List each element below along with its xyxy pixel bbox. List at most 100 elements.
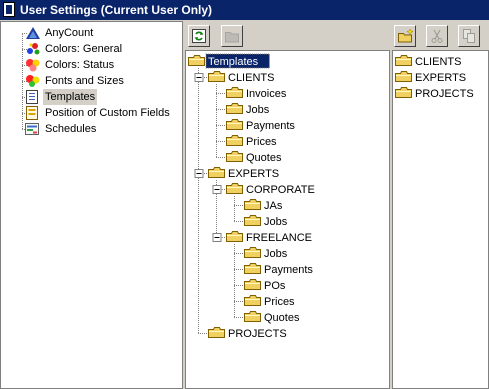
tree-node-clients-payments[interactable]: Payments xyxy=(226,119,296,133)
folder-icon xyxy=(226,135,243,146)
folder-icon xyxy=(244,199,261,210)
folder-list-item-experts[interactable]: EXPERTS xyxy=(395,71,467,85)
nav-item-label: Colors: General xyxy=(45,43,123,55)
tree-node-projects[interactable]: PROJECTS xyxy=(208,327,287,341)
tree-node-freelance-jobs[interactable]: Jobs xyxy=(244,247,288,261)
collapse-toggle[interactable] xyxy=(212,185,222,194)
nav-item-label: Schedules xyxy=(45,123,97,135)
folder-label: JAs xyxy=(264,200,283,212)
folder-label: Jobs xyxy=(246,104,270,116)
collapse-toggle[interactable] xyxy=(194,169,204,178)
folder-label: Jobs xyxy=(264,216,288,228)
folder-icon xyxy=(226,87,243,98)
folder-icon xyxy=(226,103,243,114)
title-bar: User Settings (Current User Only) xyxy=(0,0,489,20)
nav-item-colors-general[interactable]: Colors: General xyxy=(1,41,181,57)
nav-item-position-of-custom-fields[interactable]: Position of Custom Fields xyxy=(1,105,181,121)
collapse-toggle[interactable] xyxy=(212,233,222,242)
folder-icon xyxy=(226,231,243,242)
folder-label: EXPERTS xyxy=(415,72,466,84)
anycount-logo-icon xyxy=(26,27,40,39)
nav-item-templates[interactable]: Templates xyxy=(1,89,181,105)
folder-icon xyxy=(395,55,412,66)
nav-item-fonts-and-sizes[interactable]: Fonts and Sizes xyxy=(1,73,181,89)
schedules-icon xyxy=(25,123,39,135)
folder-icon xyxy=(244,263,261,274)
tree-node-corporate-jas[interactable]: JAs xyxy=(244,199,283,213)
folder-icon xyxy=(226,119,243,130)
collapse-toggle[interactable] xyxy=(194,73,204,82)
folder-list-item-clients[interactable]: CLIENTS xyxy=(395,55,462,69)
fonts-icon xyxy=(26,75,40,87)
folder-label: CORPORATE xyxy=(246,184,315,196)
template-folder-tree: Templates CLIENTS Invoices Jobs Payments Pric… xyxy=(185,50,390,389)
new-folder-button[interactable] xyxy=(394,25,416,47)
folder-icon xyxy=(244,215,261,226)
nav-item-label: Fonts and Sizes xyxy=(45,75,124,87)
tree-node-clients-quotes[interactable]: Quotes xyxy=(226,151,282,165)
folder-icon xyxy=(244,311,261,322)
folder-icon xyxy=(395,71,412,82)
nav-item-colors-status[interactable]: Colors: Status xyxy=(1,57,181,73)
tree-node-clients-jobs[interactable]: Jobs xyxy=(226,103,270,117)
folder-icon xyxy=(244,279,261,290)
folder-label: Quotes xyxy=(264,312,300,324)
folder-icon xyxy=(226,183,243,194)
tree-node-freelance-payments[interactable]: Payments xyxy=(244,263,314,277)
copy-icon xyxy=(463,29,475,43)
tree-node-freelance-quotes[interactable]: Quotes xyxy=(244,311,300,325)
tree-node-freelance-prices[interactable]: Prices xyxy=(244,295,296,309)
color-palette-icon xyxy=(27,43,40,55)
color-status-icon xyxy=(26,59,40,72)
nav-item-label: Position of Custom Fields xyxy=(45,107,170,119)
tree-node-clients-prices[interactable]: Prices xyxy=(226,135,278,149)
settings-nav-panel: AnyCount Colors: General Colors: Status … xyxy=(0,21,183,389)
folder-list-item-projects[interactable]: PROJECTS xyxy=(395,87,474,101)
tree-node-clients-invoices[interactable]: Invoices xyxy=(226,87,287,101)
nav-item-label: AnyCount xyxy=(45,27,94,39)
nav-item-label: Colors: Status xyxy=(45,59,115,71)
tree-node-experts[interactable]: EXPERTS xyxy=(208,167,280,181)
folder-list-canvas: CLIENTS EXPERTS PROJECTS xyxy=(395,55,474,101)
tree-node-corporate-jobs[interactable]: Jobs xyxy=(244,215,288,229)
folder-label: Invoices xyxy=(246,88,287,100)
templates-document-icon xyxy=(26,90,38,104)
folder-label: Prices xyxy=(264,296,295,308)
tree-node-corporate[interactable]: CORPORATE xyxy=(226,183,315,197)
folder-disabled-icon xyxy=(225,32,239,43)
folder-label: Quotes xyxy=(246,152,282,164)
nav-item-schedules[interactable]: Schedules xyxy=(1,121,181,137)
folder-icon xyxy=(226,151,243,162)
tree-node-clients[interactable]: CLIENTS xyxy=(208,71,275,85)
folder-label: Prices xyxy=(246,136,277,148)
tree-node-freelance[interactable]: FREELANCE xyxy=(226,231,313,245)
folder-label: PROJECTS xyxy=(415,88,474,100)
cut-button[interactable] xyxy=(426,25,448,47)
folder-label: Jobs xyxy=(264,248,288,260)
folder-icon xyxy=(244,295,261,306)
tree-node-freelance-pos[interactable]: POs xyxy=(244,279,286,293)
folder-tree-canvas: Templates CLIENTS Invoices Jobs Payments Pric… xyxy=(188,53,315,341)
folder-icon xyxy=(188,55,205,66)
folder-label: CLIENTS xyxy=(415,56,461,68)
new-folder-icon xyxy=(398,28,414,43)
copy-button[interactable] xyxy=(458,25,480,47)
folder-icon xyxy=(208,327,225,338)
folder-label: POs xyxy=(264,280,286,292)
folder-label: FREELANCE xyxy=(246,232,312,244)
folder-icon xyxy=(244,247,261,258)
folder-label: PROJECTS xyxy=(228,328,287,340)
window-title: User Settings (Current User Only) xyxy=(20,3,213,17)
nav-item-label: Templates xyxy=(43,89,98,105)
folder-label: EXPERTS xyxy=(228,168,279,180)
folder-label: CLIENTS xyxy=(228,72,274,84)
folder-icon xyxy=(395,87,412,98)
nav-item-anycount[interactable]: AnyCount xyxy=(1,25,181,41)
custom-fields-icon xyxy=(26,106,38,120)
app-window-icon[interactable] xyxy=(3,2,15,17)
refresh-icon xyxy=(192,29,206,43)
tree-node-templates[interactable]: Templates xyxy=(188,53,270,69)
folder-label: Templates xyxy=(208,56,259,68)
open-folder-button[interactable] xyxy=(221,25,243,47)
refresh-button[interactable] xyxy=(188,25,210,47)
